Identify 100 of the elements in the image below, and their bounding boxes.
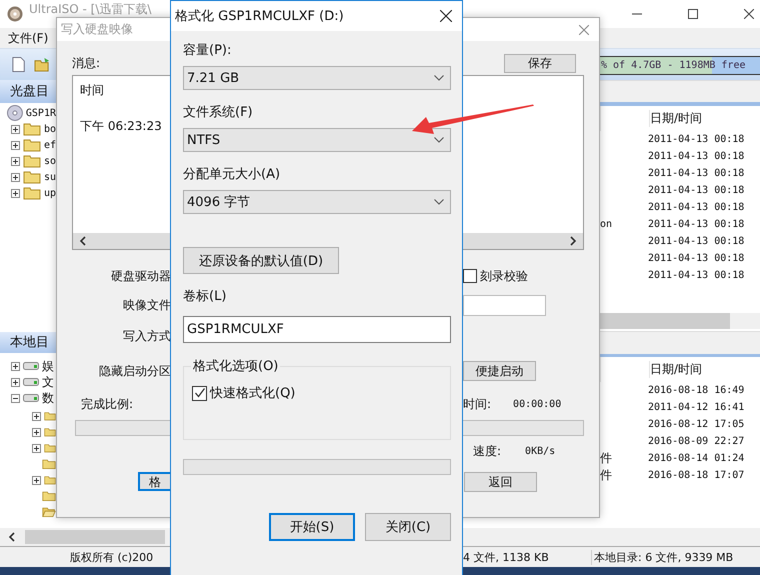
dropdown[interactable]: 4096 字节 <box>183 190 451 214</box>
status-text: 本地目录: 6 文件, 9339 MB <box>591 550 760 564</box>
tree-item[interactable]: 娱 <box>42 358 54 374</box>
folder-icon <box>22 138 41 152</box>
start-button[interactable]: 开始(S) <box>269 513 355 541</box>
folder-icon <box>22 122 41 136</box>
table-cell: 2011-04-13 00:18 <box>648 134 744 145</box>
tree-item[interactable]: GSP1R <box>26 108 56 118</box>
table-cell: 2011-04-13 00:18 <box>648 151 744 162</box>
table-cell: 2011-04-13 00:18 <box>648 270 744 281</box>
table-cell: 2011-04-13 00:18 <box>648 168 744 179</box>
time-label: 时间: <box>463 396 492 412</box>
column-header[interactable]: 日期/时间 <box>649 361 702 378</box>
expand-icon[interactable] <box>32 476 41 484</box>
table-cell: 2016-08-18 17:07 <box>648 470 744 481</box>
expand-icon[interactable] <box>11 378 20 386</box>
scroll-left-icon[interactable] <box>8 532 16 542</box>
pane-header: 光盘目 <box>0 80 56 103</box>
field-label: 分配单元大小(A) <box>183 166 282 184</box>
table-cell-text: 件 <box>600 467 613 484</box>
disc-icon <box>7 105 23 121</box>
disc-usage-bar: % of 4.7GB - 1198MB free <box>600 56 760 75</box>
format-button[interactable]: 格 <box>138 472 172 491</box>
field-label: 硬盘驱动器 <box>110 268 171 284</box>
folder-icon <box>22 186 41 200</box>
maximize-icon[interactable] <box>688 9 698 19</box>
expand-icon[interactable] <box>11 156 20 166</box>
folder-icon <box>22 154 41 168</box>
expand-icon[interactable] <box>11 362 20 370</box>
expand-icon[interactable] <box>11 140 20 150</box>
field-label: 写入方式 <box>122 328 171 345</box>
dialog-title: 写入硬盘映像 <box>61 21 133 38</box>
restore-defaults-button[interactable]: 还原设备的默认值(D) <box>183 247 339 274</box>
menu-item[interactable]: 文件(F) <box>8 30 48 46</box>
tree-item[interactable]: bo <box>44 124 56 134</box>
tree-item[interactable]: su <box>44 172 56 182</box>
input-field[interactable] <box>463 294 546 316</box>
chevron-down-icon[interactable] <box>434 75 444 81</box>
folder-icon <box>42 457 56 471</box>
expand-icon[interactable] <box>32 412 41 420</box>
table-cell: 2016-08-12 17:05 <box>648 419 744 430</box>
dropdown[interactable]: NTFS <box>183 128 451 152</box>
expand-icon[interactable] <box>11 394 20 402</box>
new-file-icon[interactable] <box>12 56 26 73</box>
table-cell: 2016-08-09 22:27 <box>648 436 744 447</box>
tree-item[interactable]: so <box>44 156 56 166</box>
log-text: 下午 06:23:23 <box>80 118 162 135</box>
checkbox-label[interactable]: 刻录校验 <box>480 268 528 284</box>
disc-icon <box>7 6 23 22</box>
open-folder-icon[interactable] <box>34 57 51 72</box>
scrollbar[interactable] <box>600 313 760 329</box>
pane-header: 本地目 <box>0 332 56 353</box>
window-title: UltraISO - [\迅雷下载\ <box>29 1 152 18</box>
table-cell: 2011-04-12 16:41 <box>648 402 744 413</box>
table-cell: 2016-08-14 01:24 <box>648 453 744 464</box>
drive-icon <box>23 361 39 371</box>
column-header[interactable]: 日期/时间 <box>649 110 702 127</box>
table-cell: 2011-04-13 00:18 <box>648 236 744 247</box>
drive-icon <box>23 377 39 387</box>
chevron-down-icon[interactable] <box>434 137 444 143</box>
speed-label: 速度: <box>473 442 502 460</box>
checkbox-label[interactable]: 快速格式化(Q) <box>210 384 296 402</box>
scroll-right-icon[interactable] <box>569 236 577 246</box>
group-title: 格式化选项(O) <box>191 357 280 375</box>
table-cell: 2016-08-18 16:49 <box>648 385 744 396</box>
status-text: 版权所有 (c)200 <box>69 550 154 564</box>
back-button[interactable]: 返回 <box>464 472 537 492</box>
save-button[interactable]: 保存 <box>504 54 576 72</box>
progress-label: 完成比例: <box>80 396 134 412</box>
input-field[interactable]: GSP1RMCULXF <box>183 316 451 343</box>
tree-item[interactable]: 数 <box>42 390 54 406</box>
scroll-left-icon[interactable] <box>79 236 87 246</box>
checkbox[interactable] <box>192 386 207 400</box>
speed-value: 0KB/s <box>525 446 556 456</box>
time-value: 00:00:00 <box>513 398 562 410</box>
chevron-down-icon[interactable] <box>434 199 444 205</box>
field-label: 消息: <box>72 54 100 72</box>
open-folder-icon <box>42 505 56 519</box>
tree-item[interactable]: up <box>44 188 56 198</box>
tree-item[interactable]: 文 <box>42 374 54 390</box>
dialog-title: 格式化 GSP1RMCULXF (D:) <box>175 8 344 25</box>
close-icon[interactable] <box>744 9 754 19</box>
checkbox[interactable] <box>463 269 477 283</box>
expand-icon[interactable] <box>32 428 41 436</box>
table-cell-text: on <box>600 219 614 230</box>
field-label: 隐藏启动分区 <box>98 362 171 380</box>
quick-boot-button[interactable]: 便捷启动 <box>463 361 536 381</box>
log-text: 时间 <box>80 82 104 99</box>
expand-icon[interactable] <box>11 172 20 182</box>
close-button[interactable]: 关闭(C) <box>365 513 451 541</box>
table-cell: 2011-04-13 00:18 <box>648 219 744 230</box>
dropdown[interactable]: 7.21 GB <box>183 66 451 90</box>
drive-icon <box>23 393 39 403</box>
expand-icon[interactable] <box>11 124 20 134</box>
close-icon[interactable] <box>440 10 452 22</box>
status-text: 4 文件, 1138 KB <box>463 550 550 564</box>
folder-icon <box>42 489 56 503</box>
tree-item[interactable]: ef <box>44 140 56 150</box>
expand-icon[interactable] <box>32 444 41 452</box>
expand-icon[interactable] <box>11 188 20 198</box>
